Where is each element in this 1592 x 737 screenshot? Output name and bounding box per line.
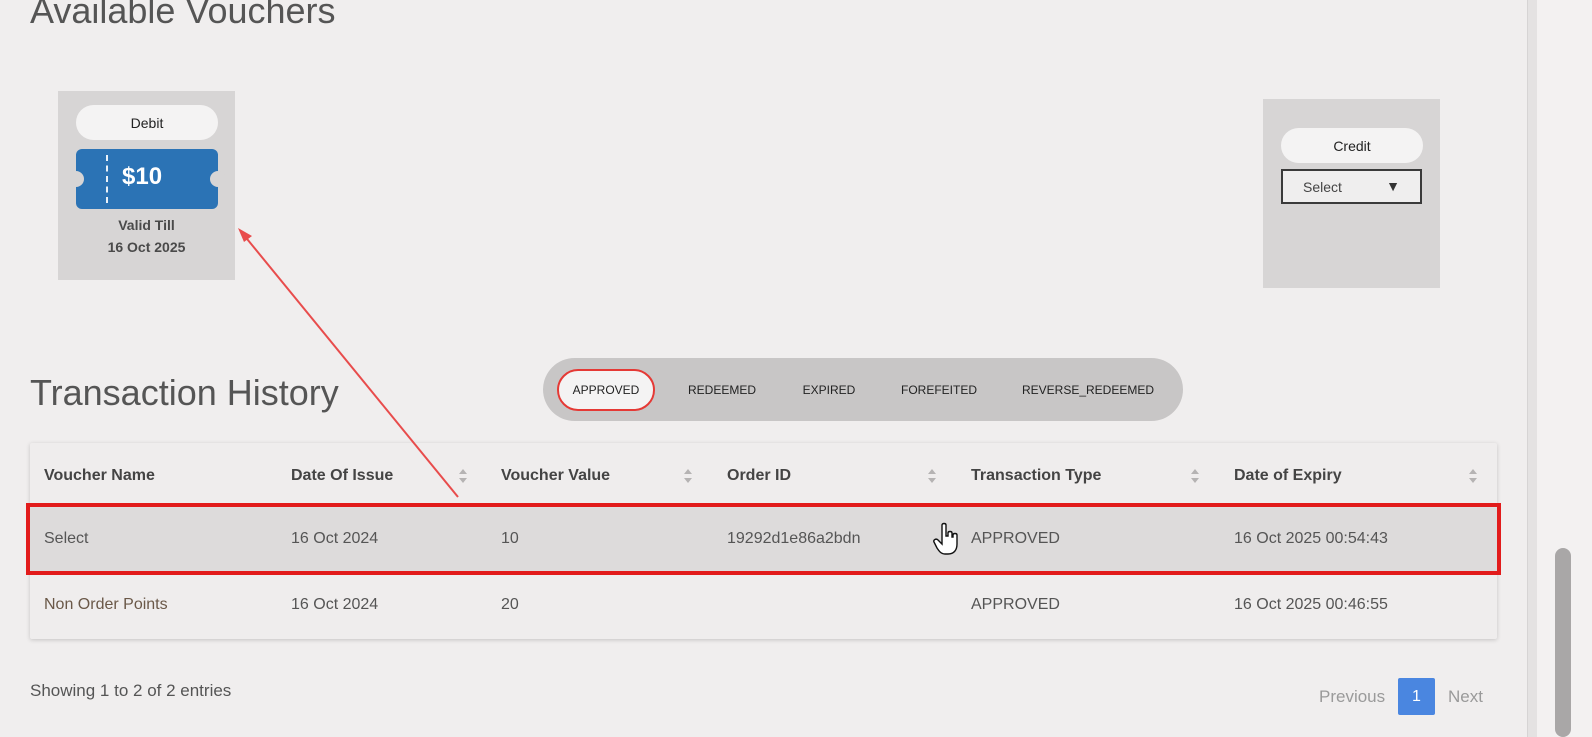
hand-cursor-icon [933, 522, 958, 555]
next-page-button[interactable]: Next [1448, 687, 1483, 707]
previous-page-button[interactable]: Previous [1319, 687, 1385, 707]
content-area: Available Vouchers Debit $10 Valid Till … [0, 0, 1527, 737]
entries-info: Showing 1 to 2 of 2 entries [30, 681, 232, 700]
scrollbar-track[interactable] [1537, 0, 1592, 737]
annotation-arrow [238, 228, 459, 498]
page-edge [1527, 0, 1537, 737]
page-1-button[interactable]: 1 [1398, 678, 1435, 715]
scrollbar-thumb[interactable] [1555, 548, 1571, 737]
